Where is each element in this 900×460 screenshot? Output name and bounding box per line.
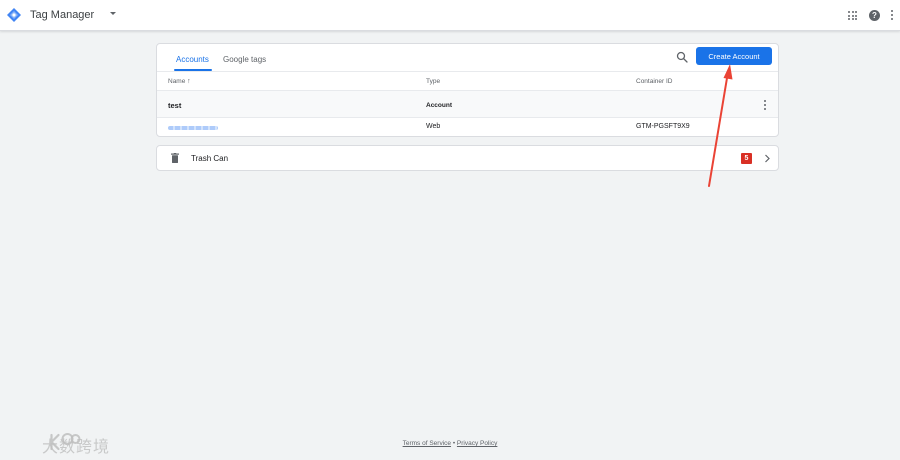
table-row-account[interactable]: test Account — [157, 90, 778, 117]
account-name[interactable]: test — [168, 101, 181, 110]
trash-icon — [171, 153, 179, 163]
tab-bar: Accounts Google tags Create Account — [157, 44, 778, 71]
dropdown-caret-icon[interactable] — [110, 12, 116, 15]
row-more-icon[interactable] — [764, 100, 767, 112]
account-type: Account — [426, 102, 452, 109]
footer-separator: • — [452, 440, 456, 447]
tab-google-tags[interactable]: Google tags — [223, 55, 266, 64]
trash-can-row[interactable]: Trash Can 5 — [156, 145, 779, 171]
top-app-bar: Tag Manager ? — [0, 0, 900, 31]
table-row-container[interactable]: Web GTM-PGSFT9X9 — [157, 117, 778, 136]
sort-ascending-icon[interactable]: ↑ — [187, 78, 191, 85]
column-header-container-id: Container ID — [636, 78, 673, 85]
trash-count-badge: 5 — [741, 153, 752, 164]
container-name-link[interactable] — [168, 126, 218, 130]
chevron-right-icon[interactable] — [763, 154, 771, 163]
trash-can-label: Trash Can — [191, 154, 229, 163]
table-header: Name ↑ Type Container ID — [157, 71, 778, 90]
footer: Terms of Service • Privacy Policy — [0, 440, 900, 447]
tag-manager-logo-icon[interactable] — [7, 8, 21, 22]
tab-accounts[interactable]: Accounts — [176, 55, 209, 64]
column-header-type: Type — [426, 78, 441, 85]
more-vert-icon[interactable] — [891, 10, 894, 21]
search-icon[interactable] — [676, 51, 688, 63]
app-title[interactable]: Tag Manager — [30, 9, 94, 21]
container-id: GTM-PGSFT9X9 — [636, 123, 690, 130]
accounts-card: Accounts Google tags Create Account Name… — [156, 43, 779, 137]
container-type: Web — [426, 123, 441, 130]
column-header-name-label: Name — [168, 78, 186, 85]
terms-link[interactable]: Terms of Service — [403, 440, 451, 447]
apps-grid-icon[interactable] — [848, 11, 857, 20]
watermark-text: 大数跨境 — [42, 437, 111, 456]
privacy-link[interactable]: Privacy Policy — [457, 440, 497, 447]
annotation-arrow-icon — [708, 64, 733, 187]
help-icon[interactable]: ? — [869, 10, 880, 21]
column-header-name[interactable]: Name ↑ — [168, 78, 191, 85]
